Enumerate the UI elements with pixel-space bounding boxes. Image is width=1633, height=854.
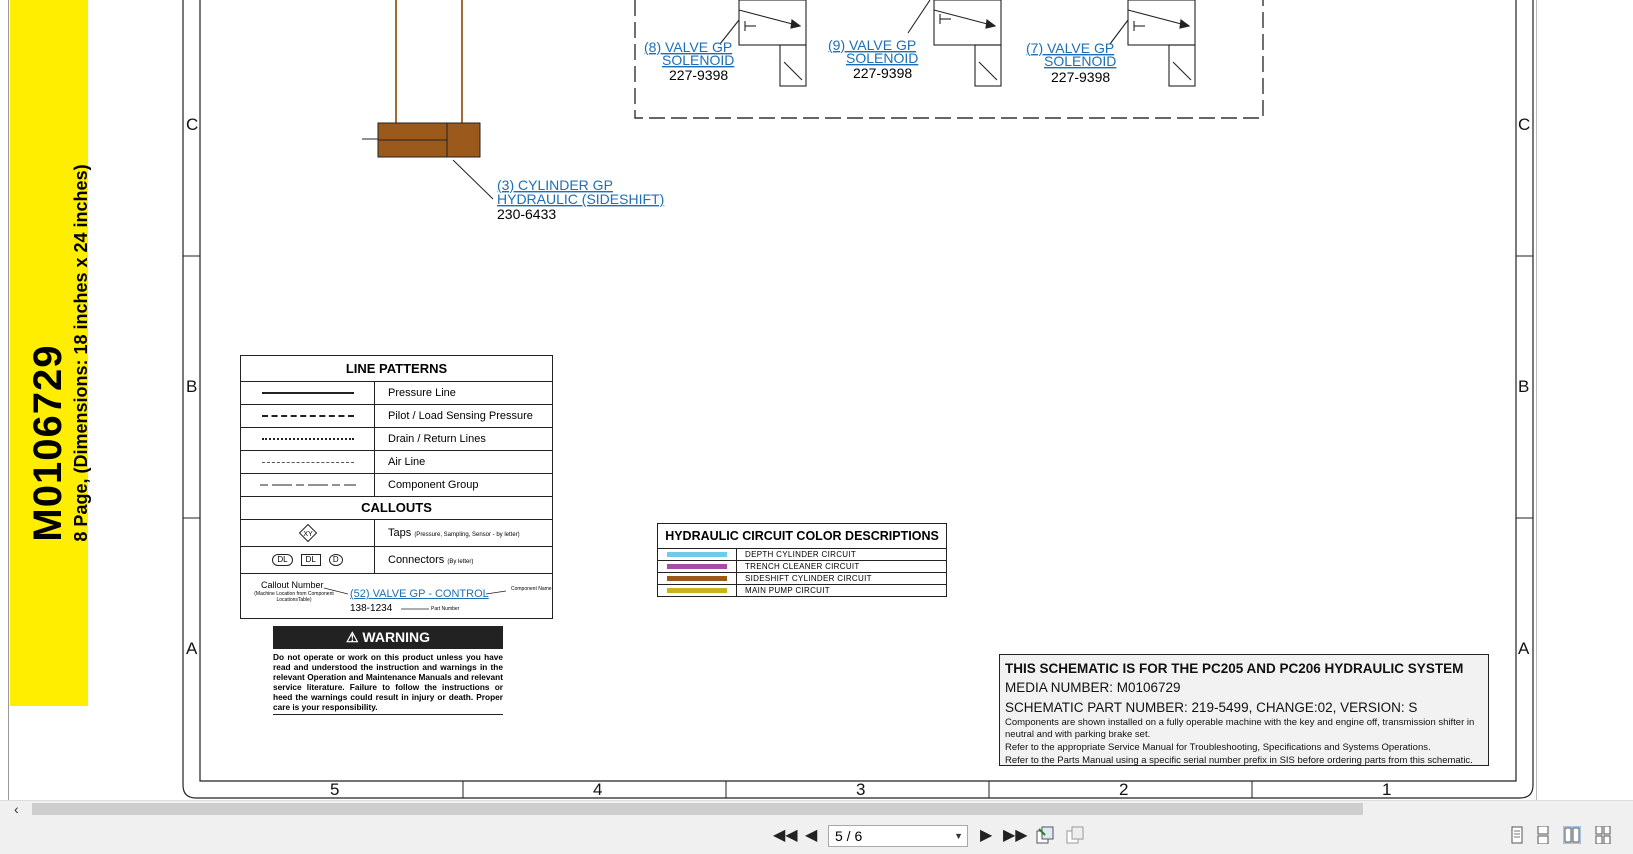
navigation-toolbar: ◀◀ ◀ 5 / 6 ▼ ▶ ▶▶ — [0, 816, 1633, 854]
valve-8-link-line2: SOLENOID — [662, 52, 734, 68]
connector-dl-square-icon: DL — [300, 554, 321, 566]
color-row: TRENCH CLEANER CIRCUIT — [658, 561, 946, 573]
main-pump-circuit-swatch — [667, 588, 727, 593]
title-media-number: MEDIA NUMBER: M0106729 — [1005, 680, 1181, 695]
valve-7-link-line2: SOLENOID — [1044, 53, 1116, 69]
warning-triangle-icon: ⚠ — [345, 629, 359, 645]
warning-block: ⚠ WARNING Do not operate or work on this… — [273, 626, 503, 715]
page-extract-icon[interactable] — [1036, 826, 1054, 844]
color-row: MAIN PUMP CIRCUIT — [658, 585, 946, 596]
horizontal-scrollbar[interactable]: ‹ — [0, 800, 1633, 817]
legend-row-drain: Drain / Return Lines — [241, 428, 552, 451]
single-page-icon[interactable] — [1508, 826, 1526, 844]
connectors-note: (By letter) — [447, 559, 474, 565]
title-heading: THIS SCHEMATIC IS FOR THE PC205 AND PC20… — [1005, 661, 1464, 676]
zone-label-left: C — [186, 115, 198, 134]
zone-label-right: A — [1518, 639, 1530, 658]
title-note-service: Refer to the appropriate Service Manual … — [1005, 742, 1431, 753]
air-line-symbol — [261, 461, 354, 463]
continuous-page-icon[interactable] — [1534, 826, 1552, 844]
zone-label-bottom: 4 — [593, 780, 602, 799]
legend-row-pilot: Pilot / Load Sensing Pressure — [241, 405, 552, 428]
title-schematic-part: SCHEMATIC PART NUMBER: 219-5499, CHANGE:… — [1005, 700, 1418, 715]
depth-circuit-swatch — [667, 552, 727, 557]
pressure-line-symbol — [261, 392, 354, 394]
color-row: SIDESHIFT CYLINDER CIRCUIT — [658, 573, 946, 585]
zone-label-right: B — [1518, 377, 1529, 396]
zone-label-bottom: 5 — [330, 780, 339, 799]
page-number-field[interactable]: 5 / 6 ▼ — [828, 825, 968, 847]
svg-text:XY: XY — [303, 531, 313, 538]
connector-dl-round-icon: DL — [272, 554, 293, 566]
cylinder-leader-line — [452, 159, 494, 200]
taps-note: (Pressure, Sampling, Sensor - by letter) — [414, 532, 520, 538]
warning-title: WARNING — [362, 629, 431, 645]
valve-9-part-number: 227-9398 — [853, 65, 912, 81]
valve-7-part-number: 227-9398 — [1051, 69, 1110, 85]
legend-label: Component Group — [388, 479, 479, 491]
next-page-icon[interactable]: ▶ — [980, 826, 992, 846]
zone-label-bottom: 2 — [1119, 780, 1128, 799]
legend-label: Air Line — [388, 456, 426, 468]
page-indicator: 5 / 6 — [835, 828, 863, 844]
zone-label-bottom: 1 — [1382, 780, 1391, 799]
document-viewport: M0106729 8 Page, (Dimensions: 18 inches … — [0, 0, 1633, 800]
zone-label-right: C — [1518, 115, 1530, 134]
color-label: SIDESHIFT CYLINDER CIRCUIT — [745, 574, 872, 583]
color-label: TRENCH CLEANER CIRCUIT — [745, 562, 860, 571]
two-page-icon[interactable] — [1563, 826, 1581, 844]
zone-label-bottom: 3 — [856, 780, 865, 799]
chevron-down-icon[interactable]: ▼ — [954, 826, 963, 846]
cylinder-3-link-line2: HYDRAULIC (SIDESHIFT) — [497, 191, 664, 207]
zone-label-left: A — [186, 639, 198, 658]
valve-symbol-9 — [907, 0, 1002, 87]
drain-line-symbol — [261, 438, 354, 440]
two-page-continuous-icon[interactable] — [1594, 826, 1612, 844]
scroll-left-arrow-icon[interactable]: ‹ — [14, 801, 19, 817]
last-page-icon[interactable]: ▶▶ — [1003, 826, 1028, 846]
legend-row-component-group: Component Group — [241, 474, 552, 497]
title-note-parts: Refer to the Parts Manual using a specif… — [1005, 755, 1473, 766]
cylinder-3-part-number: 230-6433 — [497, 206, 556, 222]
valve-9-link-line2: SOLENOID — [846, 50, 918, 66]
warning-body: Do not operate or work on this product u… — [273, 649, 503, 715]
trench-circuit-swatch — [667, 564, 727, 569]
taps-label: Taps — [388, 527, 412, 539]
title-note-components: Components are shown installed on a full… — [1005, 717, 1475, 740]
color-descriptions-title: HYDRAULIC CIRCUIT COLOR DESCRIPTIONS — [658, 524, 946, 549]
sideshift-circuit-swatch — [667, 576, 727, 581]
valve-symbol-8 — [719, 0, 807, 87]
color-label: MAIN PUMP CIRCUIT — [745, 586, 830, 595]
line-patterns-legend: LINE PATTERNS Pressure Line Pilot / Load… — [240, 355, 553, 619]
color-row: DEPTH CYLINDER CIRCUIT — [658, 549, 946, 561]
page-insert-icon[interactable] — [1066, 826, 1084, 844]
pilot-line-symbol — [261, 415, 354, 417]
legend-label: Pilot / Load Sensing Pressure — [388, 410, 533, 422]
zone-label-left: B — [186, 377, 197, 396]
legend-row-taps: XY Taps (Pressure, Sampling, Sensor - by… — [241, 520, 552, 547]
sideshift-cylinder-symbol — [362, 122, 481, 158]
first-page-icon[interactable]: ◀◀ — [773, 826, 798, 846]
valve-8-part-number: 227-9398 — [669, 67, 728, 83]
color-label: DEPTH CYLINDER CIRCUIT — [745, 550, 857, 559]
legend-label: Drain / Return Lines — [388, 433, 486, 445]
component-group-line-symbol — [259, 484, 356, 486]
prev-page-icon[interactable]: ◀ — [805, 826, 817, 846]
legend-row-connectors: DL DL D Connectors (By letter) — [241, 547, 552, 574]
hydraulic-color-descriptions: HYDRAULIC CIRCUIT COLOR DESCRIPTIONS DEP… — [657, 523, 947, 597]
valve-symbol-7 — [1109, 0, 1196, 87]
callouts-title: CALLOUTS — [241, 497, 552, 520]
tap-diamond-icon: XY — [298, 523, 317, 543]
connectors-label: Connectors — [388, 554, 445, 566]
schematic-title-block: THIS SCHEMATIC IS FOR THE PC205 AND PC20… — [999, 654, 1489, 766]
legend-row-air: Air Line — [241, 451, 552, 474]
connector-d-circle-icon: D — [328, 554, 343, 566]
scrollbar-thumb[interactable] — [32, 803, 1363, 815]
legend-label: Pressure Line — [388, 387, 456, 399]
legend-row-pressure: Pressure Line — [241, 382, 552, 405]
line-patterns-title: LINE PATTERNS — [241, 356, 552, 382]
callout-example: Callout Number (Machine Location from Co… — [241, 574, 552, 618]
callout-arrows — [323, 587, 507, 610]
